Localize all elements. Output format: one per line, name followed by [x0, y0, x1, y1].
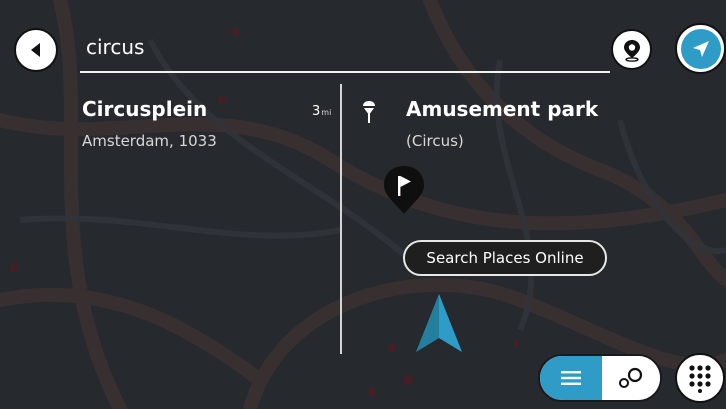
keypad-icon	[689, 365, 711, 393]
result-category: (Circus)	[406, 132, 464, 150]
amusement-park-icon	[363, 101, 375, 123]
list-view-button[interactable]	[540, 356, 602, 400]
list-icon	[561, 371, 581, 385]
flag-pin-icon[interactable]	[380, 164, 428, 216]
map-pins-icon	[619, 367, 643, 388]
search-places-online-button[interactable]: Search Places Online	[403, 240, 607, 276]
result-distance: 3mi	[312, 103, 331, 122]
search-input[interactable]: circus	[86, 33, 144, 61]
results-divider	[340, 84, 342, 354]
distance-unit: mi	[321, 108, 332, 117]
location-pin-icon	[623, 39, 640, 62]
keypad-button[interactable]	[675, 353, 725, 403]
result-title: Circusplein	[82, 97, 208, 121]
back-arrow-icon	[31, 43, 40, 57]
car-position-icon	[416, 294, 462, 352]
search-input-underline	[80, 71, 610, 73]
result-title: Amusement park	[406, 97, 599, 121]
navigation-app-screen: circus Circusplein Amsterdam, 1033 3mi A…	[0, 0, 726, 409]
location-pin-button[interactable]	[611, 29, 652, 70]
current-location-button[interactable]	[675, 23, 726, 74]
map-view-button[interactable]	[602, 356, 660, 400]
result-address: Amsterdam, 1033	[82, 132, 217, 150]
view-toggle[interactable]	[538, 354, 662, 402]
distance-value: 3	[312, 104, 321, 119]
current-location-inner	[680, 28, 721, 69]
back-button[interactable]	[14, 28, 58, 72]
navigation-arrow-icon	[692, 40, 709, 57]
